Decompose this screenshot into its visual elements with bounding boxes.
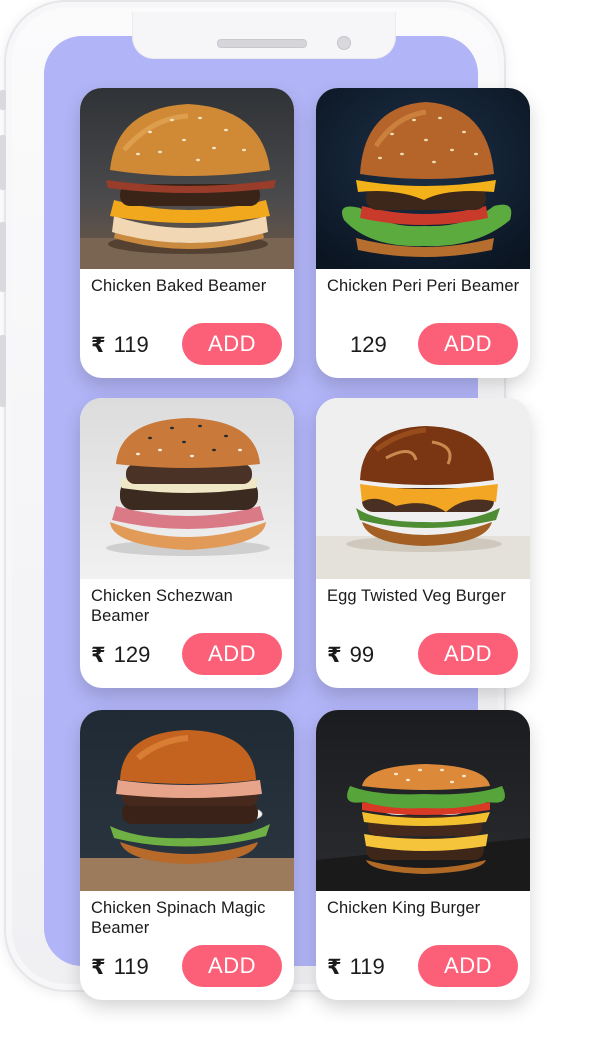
add-button[interactable]: ADD	[418, 945, 518, 987]
price-value: 119	[349, 954, 385, 979]
rupee-icon: ₹	[327, 643, 342, 667]
power-button	[0, 335, 6, 407]
app-showcase: Chicken Baked Beamer ₹ 119 ADD Chicken P…	[0, 0, 592, 1062]
price-value: 129	[113, 642, 151, 667]
burger-photo	[316, 88, 530, 269]
phone-notch	[132, 12, 396, 59]
rupee-icon: ₹	[327, 955, 342, 979]
menu-item-card[interactable]: Chicken Peri Peri Beamer 129 ADD	[316, 88, 530, 378]
volume-down-button	[0, 222, 6, 292]
rupee-icon: ₹	[91, 955, 106, 979]
front-camera	[337, 36, 351, 50]
item-name: Chicken Peri Peri Beamer	[327, 277, 520, 295]
price-value: 119	[113, 332, 149, 357]
add-button[interactable]: ADD	[182, 323, 282, 365]
add-button[interactable]: ADD	[182, 633, 282, 675]
add-button[interactable]: ADD	[418, 633, 518, 675]
item-name: Chicken Schezwan Beamer	[91, 587, 233, 625]
menu-item-card[interactable]: Chicken Spinach Magic Beamer ₹ 119 ADD	[80, 710, 294, 1000]
rupee-icon: ₹	[91, 643, 106, 667]
burger-photo	[316, 398, 530, 579]
item-price: ₹ 119	[91, 952, 149, 982]
item-price: ₹ 129	[91, 640, 150, 670]
burger-photo	[316, 710, 530, 891]
price-value: 119	[113, 954, 149, 979]
volume-up-button	[0, 135, 6, 190]
burger-photo	[80, 710, 294, 891]
burger-photo	[80, 88, 294, 269]
price-value: 99	[349, 642, 375, 667]
menu-item-card[interactable]: Egg Twisted Veg Burger ₹ 99 ADD	[316, 398, 530, 688]
mute-switch	[0, 90, 6, 110]
speaker-grille	[217, 39, 307, 48]
item-price: 129	[350, 330, 387, 360]
rupee-icon: ₹	[91, 333, 106, 357]
menu-item-card[interactable]: Chicken King Burger ₹ 119 ADD	[316, 710, 530, 1000]
menu-item-card[interactable]: Chicken Schezwan Beamer ₹ 129 ADD	[80, 398, 294, 688]
item-price: ₹ 119	[91, 330, 149, 360]
item-name: Chicken King Burger	[327, 899, 481, 917]
add-button[interactable]: ADD	[182, 945, 282, 987]
burger-photo	[80, 398, 294, 579]
price-value: 129	[350, 332, 387, 357]
menu-item-card[interactable]: Chicken Baked Beamer ₹ 119 ADD	[80, 88, 294, 378]
item-name: Egg Twisted Veg Burger	[327, 587, 506, 605]
item-price: ₹ 119	[327, 952, 385, 982]
add-button[interactable]: ADD	[418, 323, 518, 365]
item-price: ₹ 99	[327, 640, 374, 670]
item-name: Chicken Baked Beamer	[91, 277, 267, 295]
item-name: Chicken Spinach Magic Beamer	[91, 899, 266, 937]
